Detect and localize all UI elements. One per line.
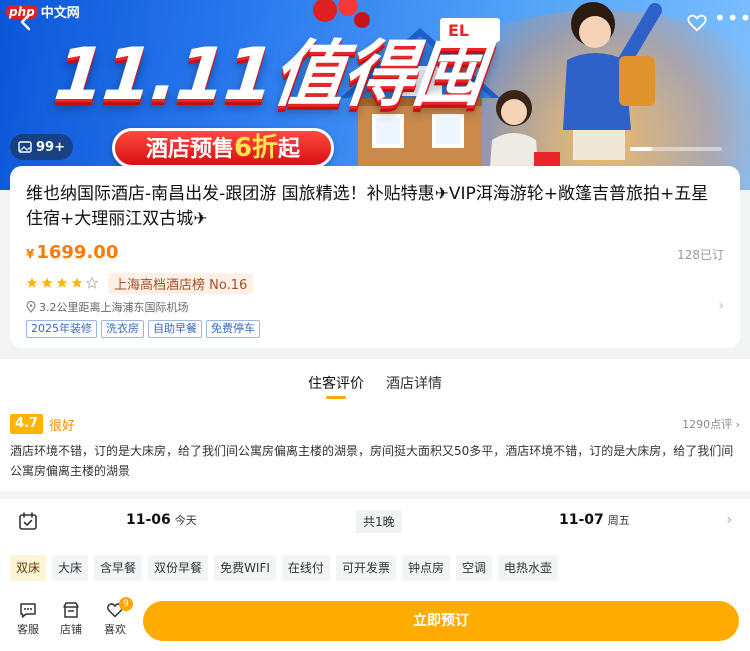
tab-guest-reviews[interactable]: 住客评价 xyxy=(308,359,364,401)
customer-service-label: 客服 xyxy=(17,623,39,636)
promo-title: 11.11值得囤 xyxy=(50,32,488,116)
filter-chip[interactable]: 钟点房 xyxy=(401,555,450,581)
filter-chip[interactable]: 双床 xyxy=(10,555,47,581)
carousel-indicator xyxy=(630,147,722,151)
filter-chip[interactable]: 双份早餐 xyxy=(148,555,209,581)
booked-count: 128已订 xyxy=(677,248,724,262)
review-score: 4.7 xyxy=(10,414,44,434)
star-filled-icon xyxy=(41,277,53,288)
facility-tags: 2025年装修 洗衣房 自助早餐 免费停车 xyxy=(26,320,724,338)
nights-count: 共1晚 xyxy=(356,510,402,533)
chevron-right-icon: › xyxy=(718,298,724,314)
hotel-title: 维也纳国际酒店-南昌出发-跟团游 国旅精选！补贴特惠✈VIP洱海游轮+敞篷吉普旅… xyxy=(26,184,709,229)
store-button[interactable]: 店铺 xyxy=(51,601,91,637)
currency-symbol: ¥ xyxy=(26,247,35,261)
favorite-count-badge: 9 xyxy=(119,597,133,611)
facility-tag: 2025年装修 xyxy=(26,320,97,338)
image-icon xyxy=(18,141,32,153)
star-filled-icon xyxy=(56,277,68,288)
chevron-right-icon: › xyxy=(735,418,740,431)
stay-dates-selector[interactable]: 11-06 今天 共1晚 11-07 周五 › xyxy=(0,499,750,545)
more-dots-icon[interactable]: ••• xyxy=(714,8,750,34)
bottom-action-bar: 客服 店铺 9 喜欢 立即预订 xyxy=(0,593,750,651)
review-count[interactable]: 1290点评 › xyxy=(682,416,740,432)
location-row[interactable]: 3.2公里距离上海浦东国际机场 › xyxy=(26,298,724,316)
price-value: 1699.00 xyxy=(36,242,119,263)
filter-chip[interactable]: 免费WIFI xyxy=(214,555,276,581)
checkout-day: 周五 xyxy=(607,514,630,527)
facility-tag: 免费停车 xyxy=(206,320,260,338)
star-empty-icon xyxy=(86,277,98,289)
star-filled-icon xyxy=(26,277,38,288)
tab-hotel-details[interactable]: 酒店详情 xyxy=(386,359,442,401)
filter-chip[interactable]: 电热水壶 xyxy=(497,555,558,581)
review-header: 4.7 很好 1290点评 › xyxy=(10,413,740,435)
checkout-date[interactable]: 11-07 周五 xyxy=(559,512,630,528)
facility-tag: 洗衣房 xyxy=(101,320,144,338)
price-row: ¥1699.00 128已订 xyxy=(26,242,724,268)
carousel-indicator-active xyxy=(630,147,652,151)
favorite-label: 喜欢 xyxy=(104,623,126,636)
star-filled-icon xyxy=(71,277,83,288)
room-filter-chips: 双床 大床 含早餐 双份早餐 免费WIFI 在线付 可开发票 钟点房 空调 电热水壶 xyxy=(0,545,750,593)
logo-text: 中文网 xyxy=(40,6,80,21)
filter-chip[interactable]: 空调 xyxy=(455,555,492,581)
photo-count-text: 99+ xyxy=(36,139,65,155)
review-score-label: 很好 xyxy=(49,418,76,434)
back-arrow-icon[interactable] xyxy=(16,12,36,32)
favorite-button[interactable]: 9 喜欢 xyxy=(95,597,135,637)
review-count-text: 1290点评 xyxy=(682,418,733,431)
filter-chip[interactable]: 含早餐 xyxy=(94,555,143,581)
rank-tag[interactable]: 上海高档酒店榜 No.16 xyxy=(108,272,254,294)
star-rating xyxy=(26,277,98,289)
heart-icon[interactable] xyxy=(686,12,708,34)
man-illustration xyxy=(563,2,662,160)
checkin-date[interactable]: 11-06 今天 xyxy=(126,512,197,528)
review-excerpt: 酒店环境不错，订的是大床房，给了我们间公寓房偏离主楼的湖景，房间挺大面积又50多… xyxy=(10,444,734,478)
store-label: 店铺 xyxy=(60,623,82,636)
promo-sub-prefix: 酒店预售 xyxy=(145,137,234,162)
chevron-right-icon: › xyxy=(726,512,732,528)
customer-service-button[interactable]: 客服 xyxy=(8,601,48,637)
location-text: 3.2公里距离上海浦东国际机场 xyxy=(39,301,189,314)
hotel-info-card: 维也纳国际酒店-南昌出发-跟团游 国旅精选！补贴特惠✈VIP洱海游轮+敞篷吉普旅… xyxy=(10,166,740,348)
promo-sub-highlight: 6折 xyxy=(233,133,279,163)
book-now-button[interactable]: 立即预订 xyxy=(143,601,739,641)
filter-chip[interactable]: 大床 xyxy=(52,555,89,581)
checkout-date-text: 11-07 xyxy=(559,512,604,528)
facility-tag: 自助早餐 xyxy=(148,320,202,338)
chat-bubble-icon xyxy=(20,603,36,618)
checkin-day: 今天 xyxy=(174,514,197,527)
checkin-date-text: 11-06 xyxy=(126,512,171,528)
calendar-icon xyxy=(19,512,37,530)
location-pin-icon xyxy=(26,301,36,313)
filter-chip[interactable]: 可开发票 xyxy=(335,555,396,581)
promo-subtitle-badge: 酒店预售6折起 xyxy=(112,128,334,168)
hotel-price: ¥1699.00 xyxy=(26,242,118,263)
detail-tabs: 住客评价 酒店详情 xyxy=(0,359,750,401)
photo-count-badge[interactable]: 99+ xyxy=(10,134,73,160)
rank-row: 上海高档酒店榜 No.16 xyxy=(26,272,724,294)
filter-chip[interactable]: 在线付 xyxy=(281,555,330,581)
promo-sub-suffix: 起 xyxy=(278,137,301,162)
review-summary[interactable]: 4.7 很好 1290点评 › 酒店环境不错，订的是大床房，给了我们间公寓房偏离… xyxy=(0,401,750,491)
hotel-banner-carousel[interactable]: EL 11.11值得囤 酒店预售6折起 php 中文网 ••• 99+ xyxy=(0,0,750,190)
store-icon xyxy=(63,602,79,618)
